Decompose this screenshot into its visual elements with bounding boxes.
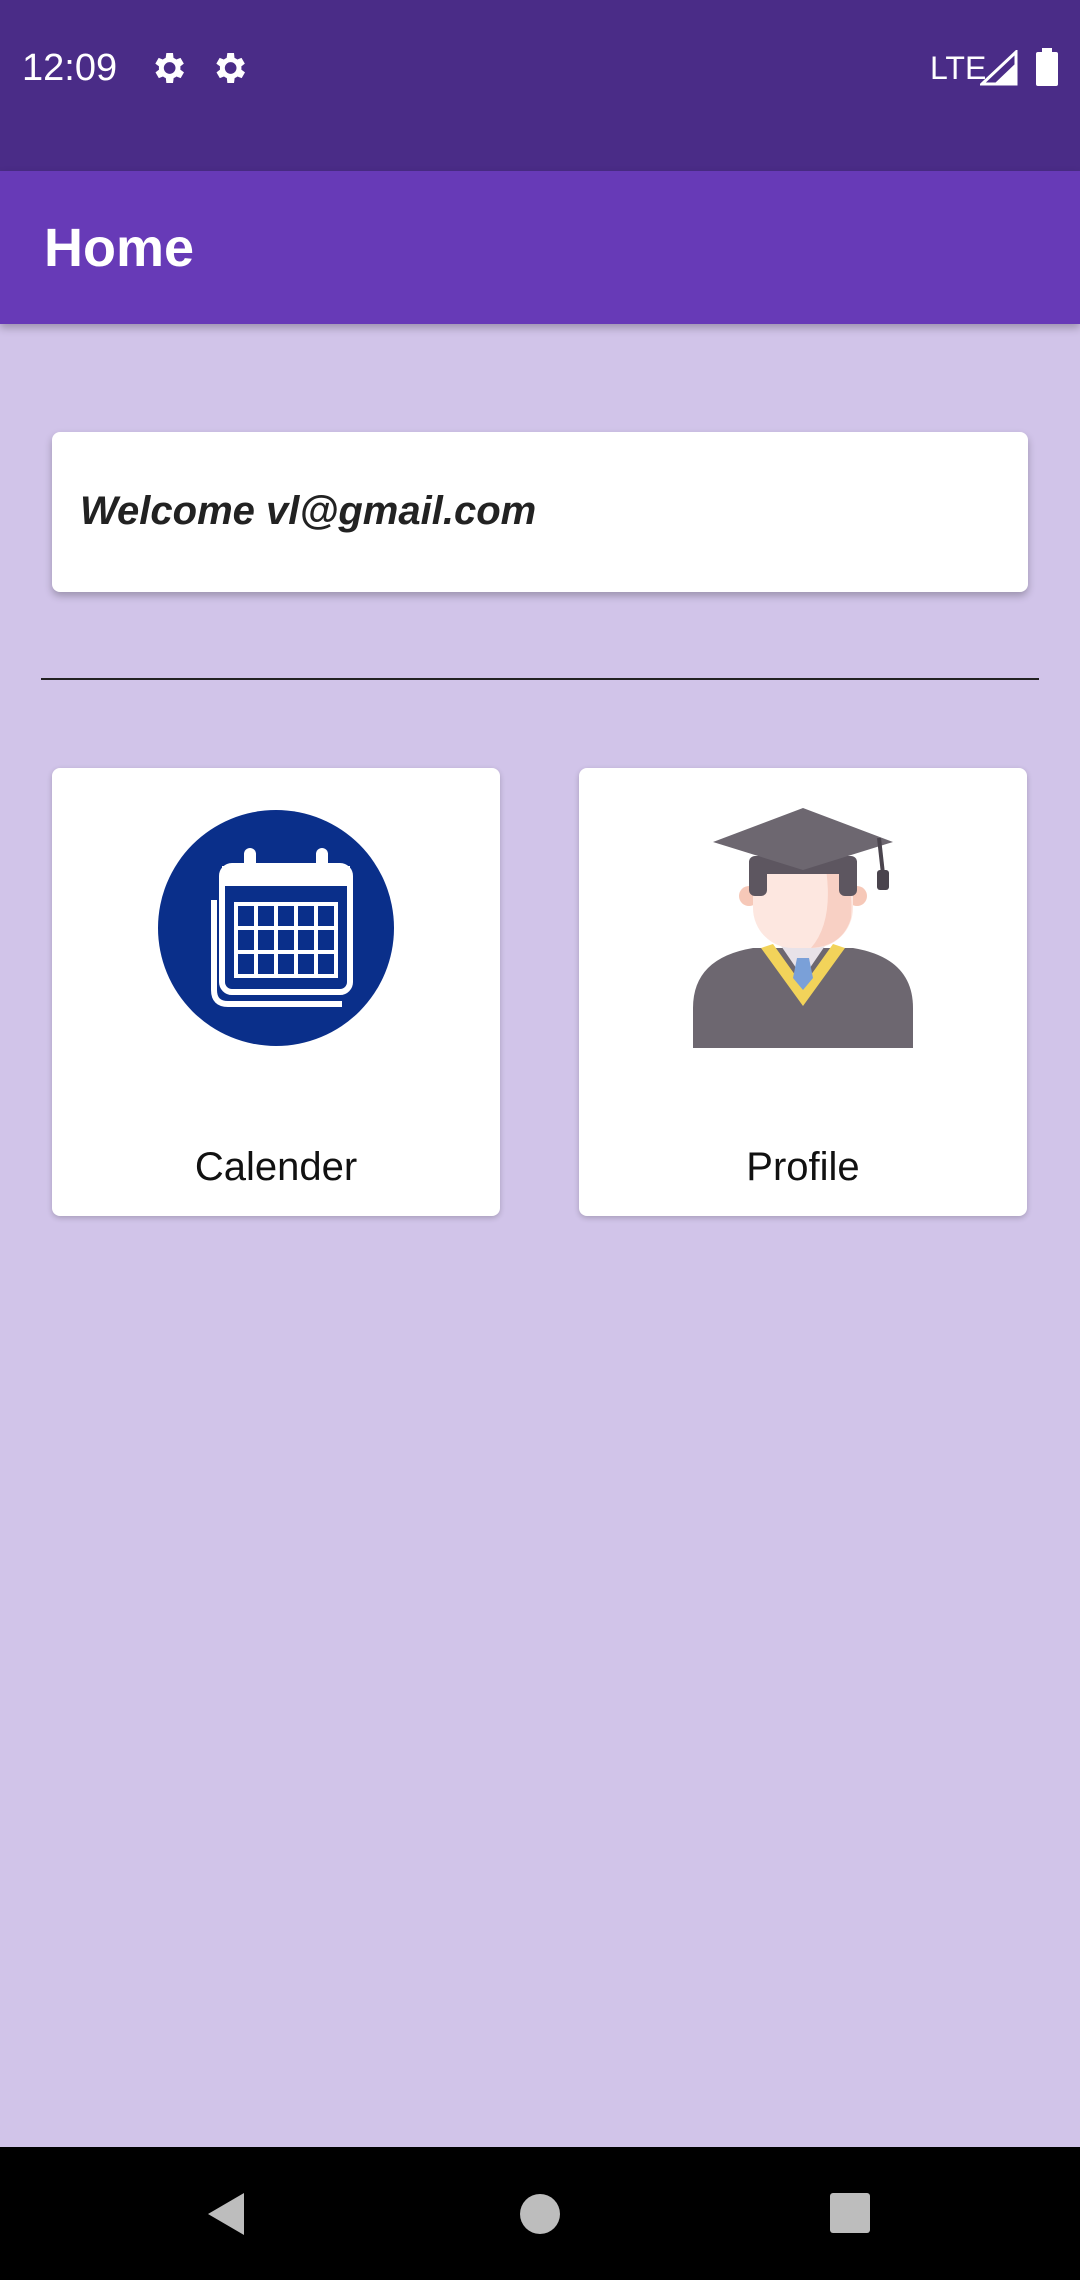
calendar-icon [158, 810, 394, 1046]
calendar-tile[interactable]: Calender [52, 768, 500, 1216]
page-title: Home [44, 218, 195, 278]
network-type: LTE [930, 50, 987, 86]
status-time: 12:09 [22, 47, 118, 89]
profile-tile[interactable]: Profile [579, 768, 1027, 1216]
calendar-label: Calender [194, 1145, 358, 1189]
app-bar: Home [0, 171, 1080, 324]
graduate-avatar-icon [693, 808, 913, 1048]
welcome-card: Welcome vl@gmail.com [52, 432, 1028, 592]
profile-label: Profile [746, 1145, 860, 1189]
home-icon[interactable] [518, 2192, 562, 2236]
status-bar: 12:09 LTE [0, 0, 1080, 171]
gear-icon [155, 53, 184, 83]
divider [41, 678, 1039, 680]
back-icon[interactable] [204, 2189, 248, 2239]
welcome-text: Welcome vl@gmail.com [80, 489, 537, 533]
recents-icon[interactable] [829, 2192, 871, 2234]
gear-icon [216, 53, 245, 83]
navigation-bar [0, 2147, 1080, 2280]
signal-icon [980, 50, 1018, 86]
battery-icon [1036, 48, 1058, 86]
